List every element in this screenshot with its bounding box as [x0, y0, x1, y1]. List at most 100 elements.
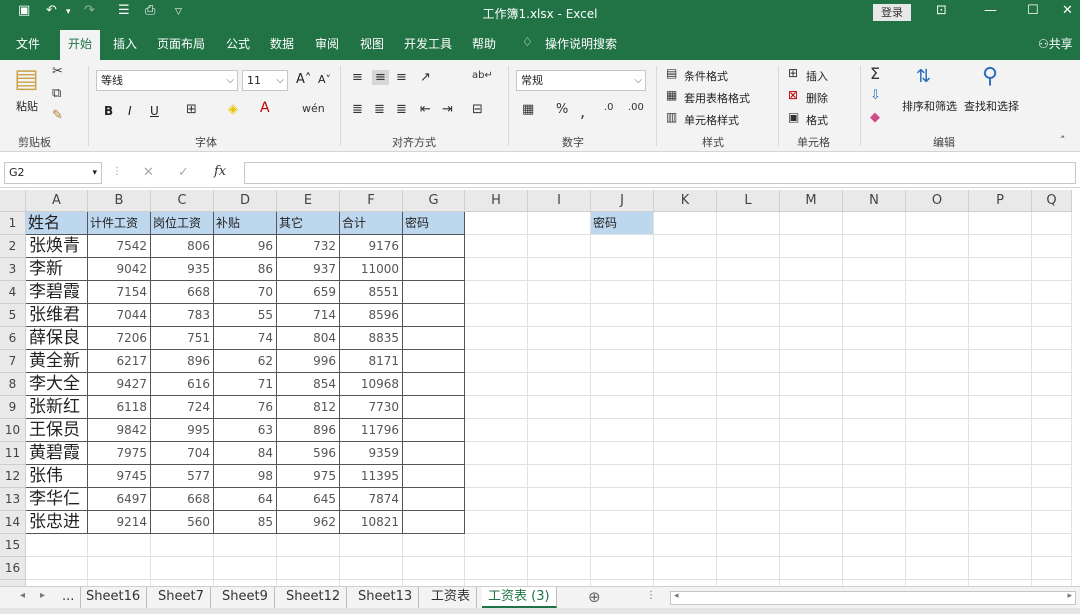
clear-icon[interactable]: ◆: [870, 110, 880, 125]
cell[interactable]: [969, 511, 1032, 534]
cell[interactable]: [528, 488, 591, 511]
cell[interactable]: [465, 212, 528, 235]
decrease-indent-icon[interactable]: ⇤: [420, 102, 431, 117]
column-header[interactable]: D: [214, 190, 277, 212]
sheet-tab[interactable]: Sheet16: [80, 587, 148, 608]
column-header[interactable]: N: [843, 190, 906, 212]
cell[interactable]: [654, 350, 717, 373]
cell[interactable]: 薛保良: [26, 327, 88, 350]
cell[interactable]: [1032, 258, 1072, 281]
cell[interactable]: [906, 534, 969, 557]
column-header[interactable]: M: [780, 190, 843, 212]
cell[interactable]: 张焕青: [26, 235, 88, 258]
sort-filter-button[interactable]: 排序和筛选: [902, 98, 957, 114]
enter-icon[interactable]: ✓: [178, 165, 189, 180]
cell[interactable]: [780, 442, 843, 465]
cut-icon[interactable]: ✂: [52, 64, 63, 79]
cell[interactable]: 密码: [403, 212, 465, 235]
cell[interactable]: [717, 304, 780, 327]
cell[interactable]: [843, 442, 906, 465]
cell[interactable]: [780, 488, 843, 511]
cell[interactable]: [717, 281, 780, 304]
cell[interactable]: [969, 373, 1032, 396]
cell[interactable]: 9427: [88, 373, 151, 396]
column-header[interactable]: I: [528, 190, 591, 212]
cell[interactable]: [843, 396, 906, 419]
cell[interactable]: [528, 235, 591, 258]
cell[interactable]: [843, 212, 906, 235]
cell[interactable]: [465, 396, 528, 419]
cell[interactable]: [528, 465, 591, 488]
cell[interactable]: [843, 419, 906, 442]
cell[interactable]: [465, 442, 528, 465]
cell[interactable]: [906, 396, 969, 419]
cell[interactable]: [717, 396, 780, 419]
cell[interactable]: 783: [151, 304, 214, 327]
cell[interactable]: 996: [277, 350, 340, 373]
close-icon[interactable]: ✕: [1062, 3, 1073, 18]
cell[interactable]: [969, 396, 1032, 419]
cell[interactable]: [906, 557, 969, 580]
find-select-button[interactable]: 查找和选择: [964, 98, 1019, 114]
column-header[interactable]: C: [151, 190, 214, 212]
font-color-icon[interactable]: A: [260, 100, 270, 116]
cell[interactable]: 64: [214, 488, 277, 511]
cell[interactable]: [277, 534, 340, 557]
cell[interactable]: 李华仁: [26, 488, 88, 511]
cell[interactable]: [906, 235, 969, 258]
cell[interactable]: [654, 557, 717, 580]
cell[interactable]: [1032, 557, 1072, 580]
cell[interactable]: [151, 557, 214, 580]
cell[interactable]: [88, 534, 151, 557]
cell[interactable]: [1032, 465, 1072, 488]
sheet-tab[interactable]: 工资表: [425, 587, 478, 608]
cell[interactable]: 张伟: [26, 465, 88, 488]
cell[interactable]: 7730: [340, 396, 403, 419]
column-header[interactable]: L: [717, 190, 780, 212]
row-header[interactable]: 13: [0, 488, 26, 511]
row-header[interactable]: 11: [0, 442, 26, 465]
cell[interactable]: [843, 235, 906, 258]
cell[interactable]: 71: [214, 373, 277, 396]
row-header[interactable]: 5: [0, 304, 26, 327]
sheet-tab[interactable]: Sheet12: [280, 587, 348, 608]
cell[interactable]: [591, 304, 654, 327]
cell[interactable]: [403, 419, 465, 442]
name-box[interactable]: G2 ▾: [4, 162, 102, 184]
column-header[interactable]: E: [277, 190, 340, 212]
cell[interactable]: 7542: [88, 235, 151, 258]
conditional-format-button[interactable]: 条件格式: [684, 68, 728, 84]
cell[interactable]: [717, 557, 780, 580]
cell[interactable]: [843, 327, 906, 350]
maximize-icon[interactable]: ☐: [1027, 3, 1039, 18]
cell[interactable]: 714: [277, 304, 340, 327]
cell[interactable]: 812: [277, 396, 340, 419]
phonetic-icon[interactable]: wén: [302, 102, 325, 115]
cell[interactable]: 黄碧霞: [26, 442, 88, 465]
align-top-icon[interactable]: ≡: [352, 70, 363, 85]
row-header[interactable]: 2: [0, 235, 26, 258]
cell[interactable]: [591, 488, 654, 511]
cell[interactable]: [465, 488, 528, 511]
row-header[interactable]: 16: [0, 557, 26, 580]
cell[interactable]: [654, 442, 717, 465]
cell[interactable]: [654, 488, 717, 511]
cell[interactable]: 岗位工资: [151, 212, 214, 235]
cell[interactable]: [717, 373, 780, 396]
cell[interactable]: [654, 465, 717, 488]
horizontal-scrollbar[interactable]: ◂ ▸: [670, 591, 1076, 605]
cell[interactable]: 姓名: [26, 212, 88, 235]
cell[interactable]: [528, 350, 591, 373]
column-header[interactable]: G: [403, 190, 465, 212]
cell[interactable]: [403, 350, 465, 373]
cell[interactable]: [403, 534, 465, 557]
cell[interactable]: 668: [151, 281, 214, 304]
share-button[interactable]: ⚇共享: [1038, 35, 1073, 52]
increase-decimal-icon[interactable]: .0: [604, 102, 614, 113]
cell[interactable]: [1032, 534, 1072, 557]
cell[interactable]: [969, 419, 1032, 442]
cell[interactable]: 616: [151, 373, 214, 396]
cell[interactable]: [591, 465, 654, 488]
cell[interactable]: [591, 534, 654, 557]
cell[interactable]: [403, 258, 465, 281]
